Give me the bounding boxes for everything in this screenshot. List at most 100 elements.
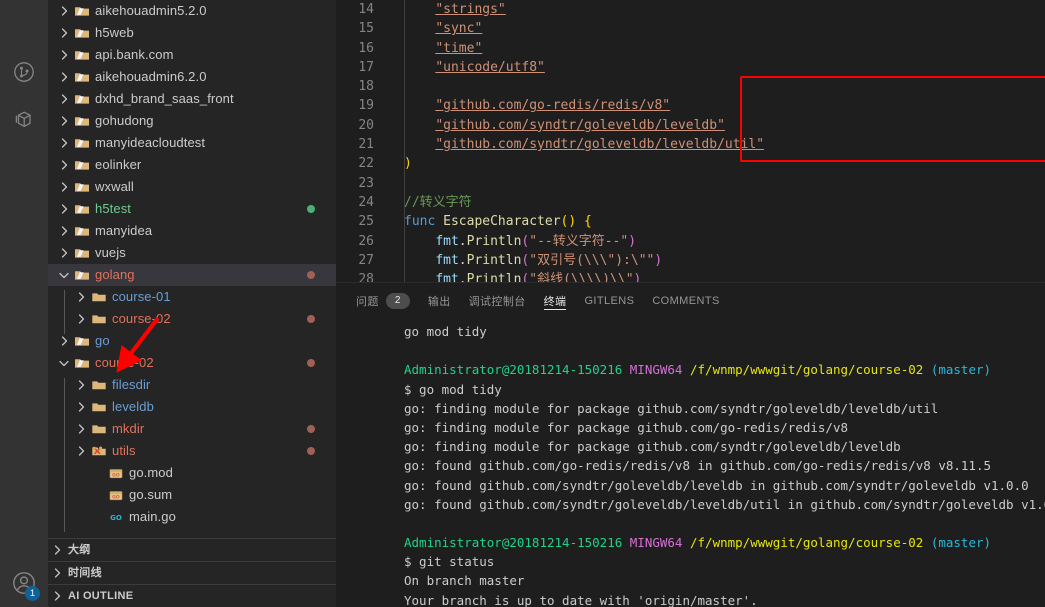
tree-item-label: golang [95, 267, 135, 282]
chevron-right-icon[interactable] [56, 180, 72, 194]
chevron-right-icon[interactable] [56, 334, 72, 348]
tab-debug-console[interactable]: 调试控制台 [469, 283, 526, 318]
tab-comments[interactable]: COMMENTS [652, 283, 719, 318]
tree-item-course-02[interactable]: course-02 [48, 308, 336, 330]
tree-item-label: go.mod [129, 465, 173, 480]
tree-item-api-bank-com[interactable]: api.bank.com [48, 44, 336, 66]
tree-item-h5web[interactable]: h5web [48, 22, 336, 44]
chevron-right-icon[interactable] [56, 224, 72, 238]
chevron-right-icon[interactable] [73, 422, 89, 436]
tree-item-course-01[interactable]: course-01 [48, 286, 336, 308]
chevron-right-icon[interactable] [73, 378, 89, 392]
tree-item-vuejs[interactable]: vuejs [48, 242, 336, 264]
folder-icon [89, 289, 108, 305]
chevron-down-icon[interactable] [56, 356, 72, 370]
tree-item-manyideacloudtest[interactable]: manyideacloudtest [48, 132, 336, 154]
tab-problems[interactable]: 问题 2 [356, 283, 410, 318]
file-tree[interactable]: aikehouadmin5.2.0 h5web api.bank.com aikeho… [48, 0, 336, 538]
chevron-right-icon [48, 543, 66, 557]
chevron-right-icon[interactable] [73, 312, 89, 326]
tree-item-label: utils [112, 443, 136, 458]
chevron-right-icon [48, 566, 66, 580]
line-number: 28 [358, 272, 374, 282]
tree-item-dxhd-brand-saas-front[interactable]: dxhd_brand_saas_front [48, 88, 336, 110]
tree-item-aikehouadmin5-2-0[interactable]: aikehouadmin5.2.0 [48, 0, 336, 22]
tab-output[interactable]: 输出 [428, 283, 451, 318]
chevron-right-icon[interactable] [56, 114, 72, 128]
account-button[interactable]: 1 [0, 559, 48, 607]
chevron-right-icon[interactable] [56, 136, 72, 150]
tab-terminal[interactable]: 终端 [543, 283, 567, 318]
folder-root-icon [72, 333, 91, 349]
chevron-right-icon[interactable] [73, 444, 89, 458]
line-number: 15 [358, 21, 374, 37]
tree-item-utils[interactable]: utils [48, 440, 336, 462]
chevron-right-icon[interactable] [56, 26, 72, 40]
panel-tab-label: GITLENS [584, 294, 635, 307]
terminal-line: go: finding module for package github.co… [404, 400, 939, 416]
tree-item-main-go[interactable]: GO main.go [48, 506, 336, 528]
tree-item-label: course-02 [95, 355, 154, 370]
tree-item-go-mod[interactable]: GO go.mod [48, 462, 336, 484]
chevron-down-icon[interactable] [56, 268, 72, 282]
tree-item-label: course-01 [112, 289, 171, 304]
line-number: 18 [358, 79, 374, 95]
tree-item-go-sum[interactable]: GO go.sum [48, 484, 336, 506]
tree-item-wxwall[interactable]: wxwall [48, 176, 336, 198]
folder-root-icon [72, 25, 91, 41]
terminal-line: Your branch is up to date with 'origin/m… [404, 592, 758, 607]
sidebar-collapsed-sections: 大纲 时间线 AI OUTLINE [48, 538, 336, 607]
chevron-right-icon[interactable] [56, 92, 72, 106]
line-number: 17 [358, 59, 374, 75]
chevron-right-icon[interactable] [56, 158, 72, 172]
tree-item-eolinker[interactable]: eolinker [48, 154, 336, 176]
chevron-right-icon[interactable] [56, 4, 72, 18]
tree-item-manyidea[interactable]: manyidea [48, 220, 336, 242]
terminal-line: Administrator@20181214-150216 MINGW64 /f… [404, 535, 992, 551]
tree-item-go[interactable]: go [48, 330, 336, 352]
tree-item-label: leveldb [112, 399, 154, 414]
tree-item-mkdir[interactable]: mkdir [48, 418, 336, 440]
chevron-right-icon[interactable] [56, 202, 72, 216]
tree-item-golang[interactable]: golang [48, 264, 336, 286]
tree-item-course-02[interactable]: course-02 [48, 352, 336, 374]
code-line: 24 //转义字符 [336, 193, 1045, 212]
code-line: 27 fmt.Println("双引号(\\\"):\"") [336, 251, 1045, 270]
chevron-right-icon[interactable] [73, 290, 89, 304]
terminal-line: On branch master [404, 573, 525, 589]
chevron-right-icon[interactable] [73, 400, 89, 414]
ai-outline-section[interactable]: AI OUTLINE [48, 584, 336, 607]
folder-tools-icon [89, 443, 108, 459]
chevron-right-icon [90, 466, 106, 480]
timeline-section[interactable]: 时间线 [48, 561, 336, 584]
terminal-line: go: found github.com/syndtr/goleveldb/le… [404, 477, 1029, 493]
tree-item-h5test[interactable]: h5test [48, 198, 336, 220]
tree-item-aikehouadmin6-2-0[interactable]: aikehouadmin6.2.0 [48, 66, 336, 88]
source-control-icon[interactable] [0, 48, 48, 96]
code-text: "github.com/go-redis/redis/v8" [435, 98, 671, 114]
panel-tabs[interactable]: 问题 2 输出 调试控制台 终端 GITLENS COMMENTS [336, 282, 1045, 318]
tree-item-label: course-02 [112, 311, 171, 326]
tab-gitlens[interactable]: GITLENS [584, 283, 634, 318]
terminal-line: go: found github.com/syndtr/goleveldb/le… [404, 496, 1045, 512]
folder-root-icon [72, 245, 91, 261]
code-line: 23 [336, 174, 1045, 193]
outline-section[interactable]: 大纲 [48, 538, 336, 561]
terminal-output[interactable]: go mod tidy Administrator@20181214-15021… [336, 318, 1045, 607]
tree-item-label: gohudong [95, 113, 154, 128]
chevron-right-icon[interactable] [56, 48, 72, 62]
code-line: 25 func EscapeCharacter() { [336, 212, 1045, 231]
folder-root-icon [72, 3, 91, 19]
chevron-right-icon[interactable] [56, 246, 72, 260]
folder-root-icon [72, 47, 91, 63]
chevron-right-icon[interactable] [56, 70, 72, 84]
tree-item-label: dxhd_brand_saas_front [95, 91, 234, 106]
code-text: "unicode/utf8" [435, 59, 545, 75]
tree-item-leveldb[interactable]: leveldb [48, 396, 336, 418]
code-editor[interactable]: 14 "strings" 15 "sync" 16 "time" 17 "unicod… [336, 0, 1045, 282]
tree-item-label: aikehouadmin6.2.0 [95, 69, 207, 84]
tree-item-filesdir[interactable]: filesdir [48, 374, 336, 396]
tree-item-gohudong[interactable]: gohudong [48, 110, 336, 132]
code-line: 17 "unicode/utf8" [336, 58, 1045, 77]
extensions-icon[interactable] [0, 96, 48, 144]
